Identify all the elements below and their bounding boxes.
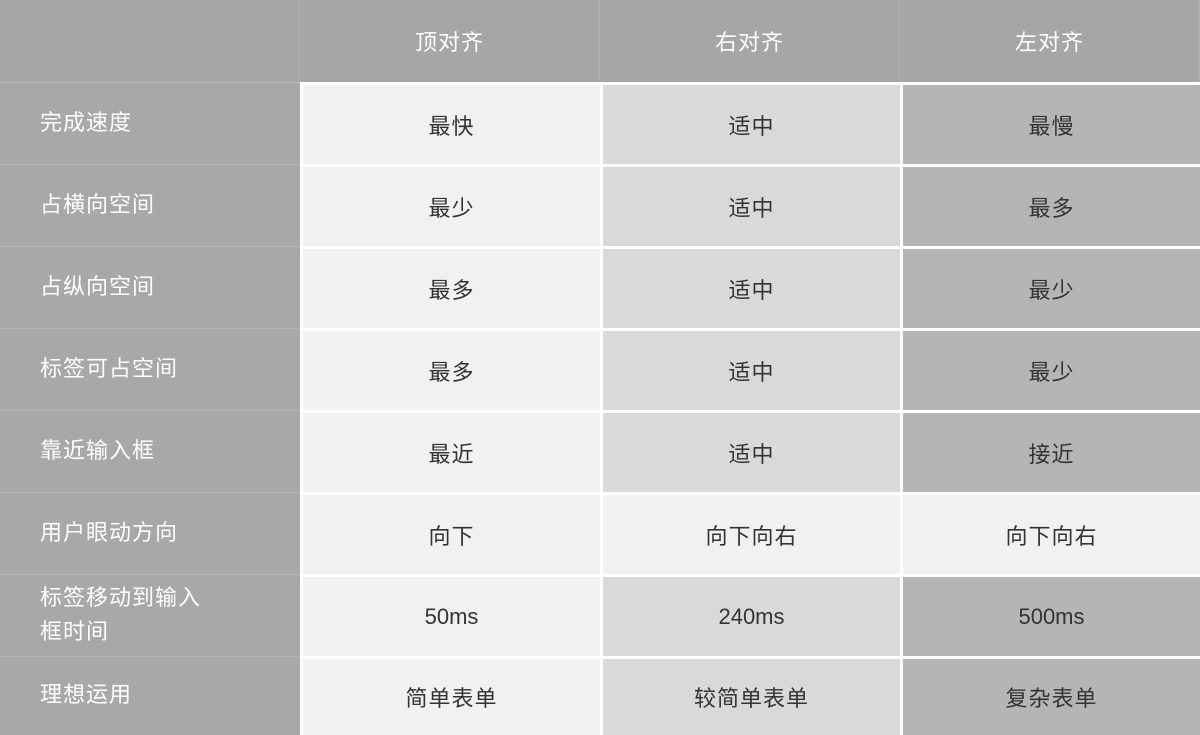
table-cell: 500ms <box>900 574 1200 656</box>
table-cell: 最少 <box>900 246 1200 328</box>
table-cell: 50ms <box>300 574 600 656</box>
table-cell: 240ms <box>600 574 900 656</box>
row-label-vertical-space: 占纵向空间 <box>0 246 300 328</box>
table-cell: 向下 <box>300 492 600 574</box>
header-corner-cell <box>0 0 300 82</box>
table-cell: 适中 <box>600 246 900 328</box>
table-cell: 适中 <box>600 328 900 410</box>
table-cell: 最多 <box>300 246 600 328</box>
table-cell: 复杂表单 <box>900 656 1200 735</box>
table-cell: 最慢 <box>900 82 1200 164</box>
row-label-label-space: 标签可占空间 <box>0 328 300 410</box>
row-label-horizontal-space: 占横向空间 <box>0 164 300 246</box>
table-cell: 最快 <box>300 82 600 164</box>
table-cell: 适中 <box>600 410 900 492</box>
table-cell: 较简单表单 <box>600 656 900 735</box>
comparison-table: 顶对齐 右对齐 左对齐 完成速度 最快 适中 最慢 占横向空间 最少 适中 最多… <box>0 0 1200 735</box>
row-label-ideal-use: 理想运用 <box>0 656 300 735</box>
table-cell: 简单表单 <box>300 656 600 735</box>
table-cell: 适中 <box>600 82 900 164</box>
table-cell: 接近 <box>900 410 1200 492</box>
table-cell: 最少 <box>300 164 600 246</box>
header-top-align: 顶对齐 <box>300 0 600 82</box>
row-label-proximity: 靠近输入框 <box>0 410 300 492</box>
table-cell: 最多 <box>900 164 1200 246</box>
table-cell: 最少 <box>900 328 1200 410</box>
table-cell: 向下向右 <box>900 492 1200 574</box>
row-label-completion-speed: 完成速度 <box>0 82 300 164</box>
table-cell: 向下向右 <box>600 492 900 574</box>
row-label-eye-movement: 用户眼动方向 <box>0 492 300 574</box>
table-cell: 最多 <box>300 328 600 410</box>
table-cell: 适中 <box>600 164 900 246</box>
row-label-move-time: 标签移动到输入框时间 <box>0 574 300 656</box>
header-left-align: 左对齐 <box>900 0 1200 82</box>
table-cell: 最近 <box>300 410 600 492</box>
header-right-align: 右对齐 <box>600 0 900 82</box>
